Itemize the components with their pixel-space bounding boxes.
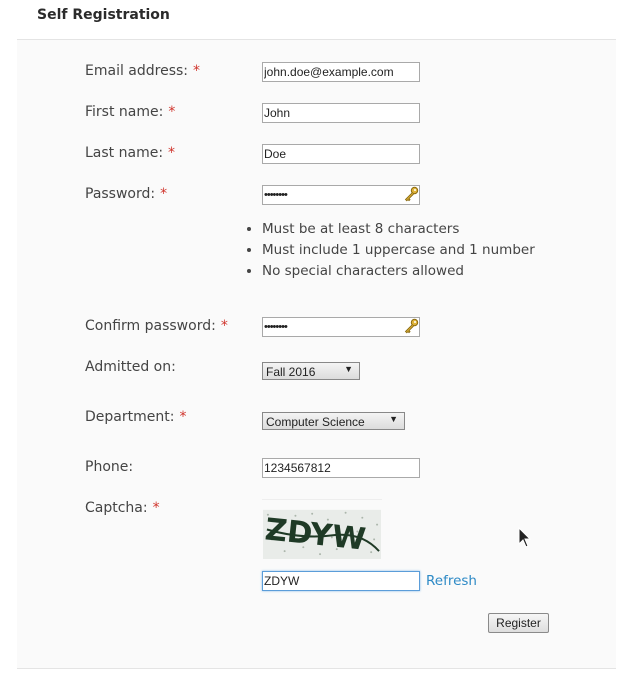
department-selected-value: Computer Science <box>266 415 365 429</box>
captcha-refresh-link[interactable]: Refresh <box>426 573 477 589</box>
password-rule-item: Must include 1 uppercase and 1 number <box>262 240 535 261</box>
admitted-on-label: Admitted on: <box>85 359 176 375</box>
required-asterisk: * <box>179 409 187 425</box>
password-label: Password: * <box>85 186 167 202</box>
required-asterisk: * <box>193 63 201 79</box>
confirm-password-field-wrapper <box>262 317 420 337</box>
first-name-label: First name: * <box>85 104 175 120</box>
required-asterisk: * <box>160 186 168 202</box>
phone-label: Phone: <box>85 459 133 475</box>
page-header-title: Self Registration <box>37 7 170 23</box>
password-field-wrapper <box>262 185 420 205</box>
captcha-label-text: Captcha: <box>85 500 148 516</box>
required-asterisk: * <box>220 318 228 334</box>
confirm-password-field[interactable] <box>262 317 420 337</box>
dropdown-arrow-icon: ▼ <box>389 414 398 424</box>
mouse-cursor-icon <box>518 527 532 548</box>
last-name-label: Last name: * <box>85 145 175 161</box>
register-button[interactable]: Register <box>488 613 549 633</box>
admitted-on-selected-value: Fall 2016 <box>266 365 316 379</box>
department-select[interactable]: Computer Science ▼ <box>262 412 405 430</box>
phone-label-text: Phone: <box>85 459 134 475</box>
first-name-label-text: First name: <box>85 104 164 120</box>
last-name-label-text: Last name: <box>85 145 164 161</box>
key-icon[interactable] <box>403 186 419 202</box>
phone-field[interactable] <box>262 458 420 478</box>
key-icon[interactable] <box>403 318 419 334</box>
captcha-image: ZDYW <box>262 499 382 559</box>
first-name-field[interactable] <box>262 103 420 123</box>
email-field[interactable] <box>262 62 420 82</box>
password-field[interactable] <box>262 185 420 205</box>
admitted-on-label-text: Admitted on: <box>85 359 176 375</box>
email-label-text: Email address: <box>85 63 189 79</box>
department-label: Department: * <box>85 409 186 425</box>
password-rule-item: Must be at least 8 characters <box>262 219 535 240</box>
last-name-field[interactable] <box>262 144 420 164</box>
password-label-text: Password: <box>85 186 156 202</box>
password-rule-item: No special characters allowed <box>262 261 535 282</box>
admitted-on-select[interactable]: Fall 2016 ▼ <box>262 362 360 380</box>
department-label-text: Department: <box>85 409 175 425</box>
dropdown-arrow-icon: ▼ <box>344 364 353 374</box>
required-asterisk: * <box>168 145 176 161</box>
captcha-input[interactable] <box>262 571 420 591</box>
email-label: Email address: * <box>85 63 200 79</box>
confirm-password-label-text: Confirm password: <box>85 318 216 334</box>
password-rules-list: Must be at least 8 characters Must inclu… <box>246 219 535 282</box>
required-asterisk: * <box>152 500 160 516</box>
confirm-password-label: Confirm password: * <box>85 318 228 334</box>
captcha-label: Captcha: * <box>85 500 160 516</box>
required-asterisk: * <box>168 104 176 120</box>
